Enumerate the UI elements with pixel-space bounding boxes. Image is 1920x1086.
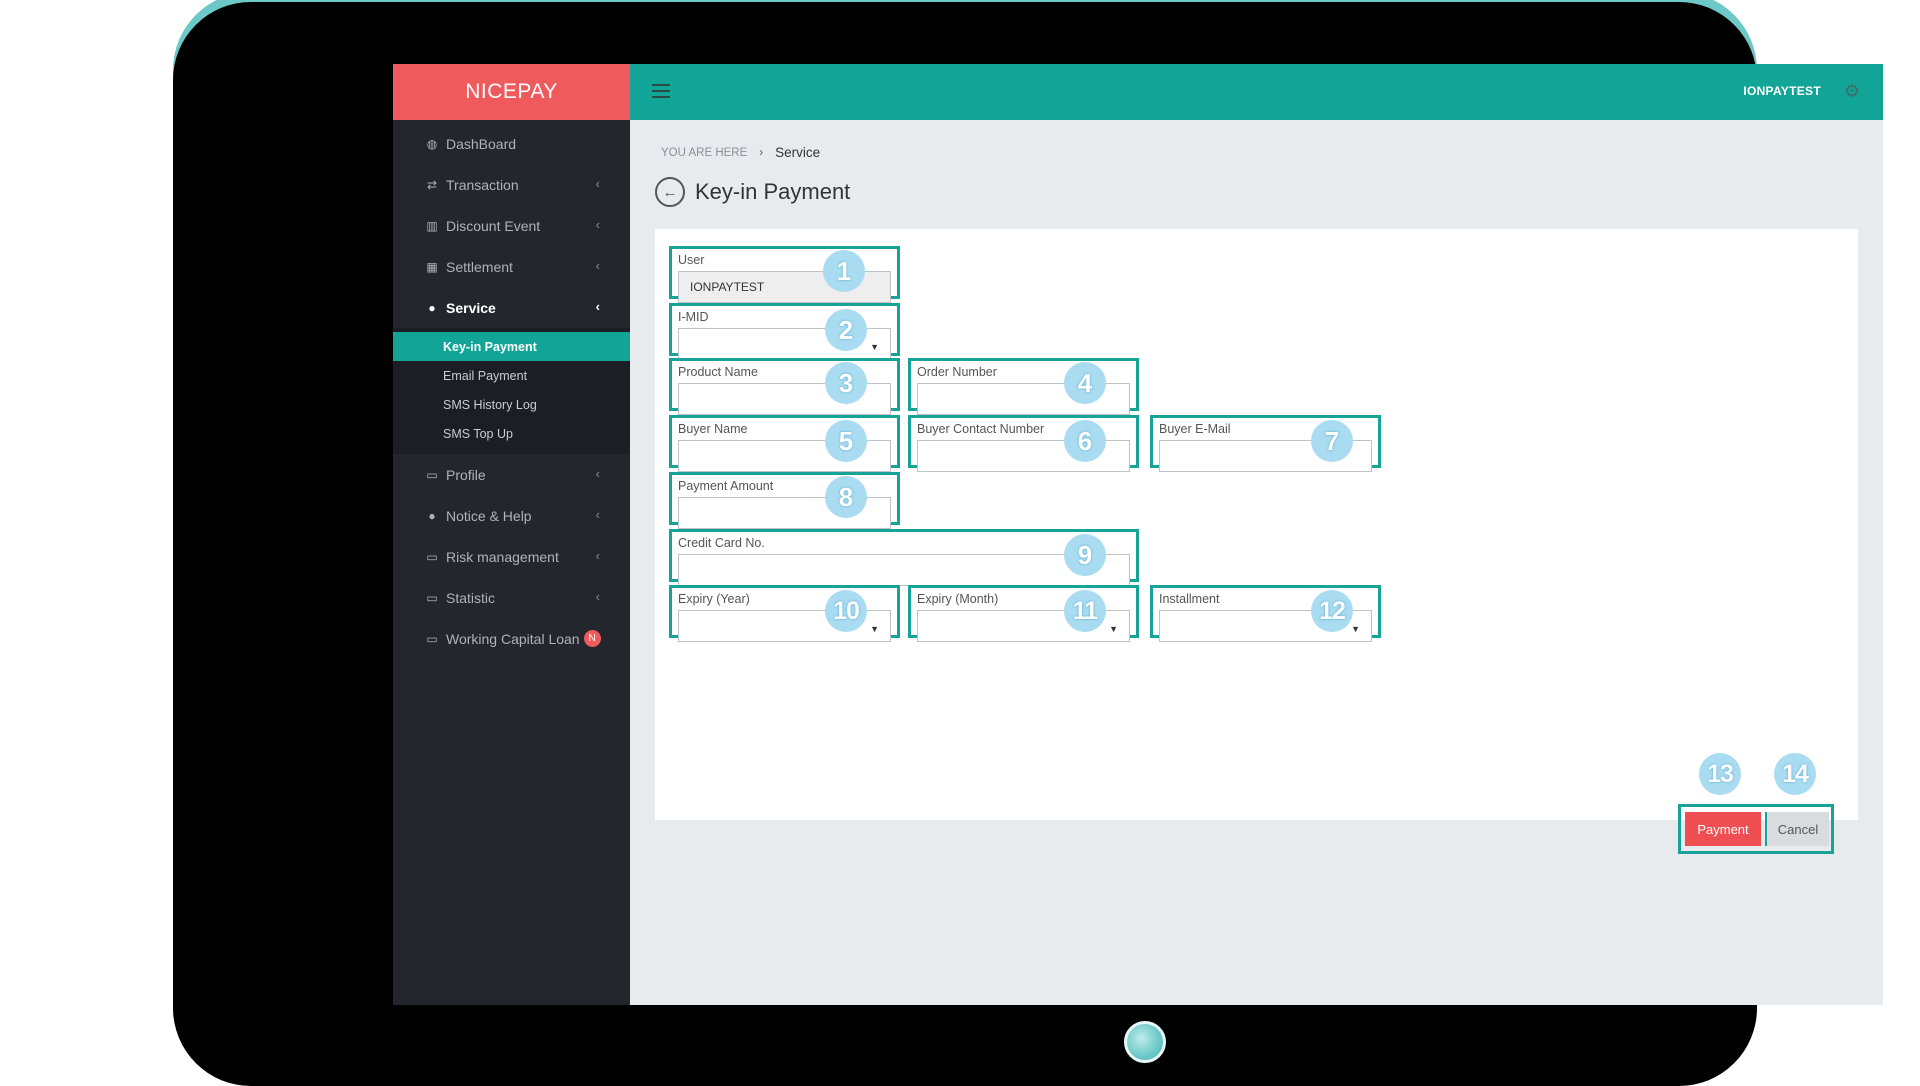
expiry-year-label: Expiry (Year) <box>678 592 750 606</box>
buyer-contact-label: Buyer Contact Number <box>917 422 1045 436</box>
submenu-item-sms-history-log[interactable]: SMS History Log <box>393 390 630 419</box>
credit-card-input[interactable] <box>678 554 1130 586</box>
callout-14: 14 <box>1771 753 1816 798</box>
caret-down-icon: ▼ <box>1109 624 1118 634</box>
imid-label: I-MID <box>678 310 709 324</box>
users-icon: ● <box>428 300 436 315</box>
cancel-button[interactable]: Cancel <box>1765 812 1829 846</box>
chevron-left-icon: ‹ <box>595 548 600 563</box>
back-arrow-icon[interactable]: ← <box>655 177 685 207</box>
submenu-item-email-payment[interactable]: Email Payment <box>393 361 630 390</box>
caret-down-icon: ▼ <box>870 342 879 352</box>
submenu-item-key-in-payment[interactable]: Key-in Payment <box>393 332 630 361</box>
sidebar-item-label: Service <box>446 299 496 316</box>
callout-10: 10 <box>822 590 867 635</box>
breadcrumb-prefix: YOU ARE HERE <box>661 146 748 159</box>
sidebar-item-label: Profile <box>446 466 486 483</box>
payment-amount-label: Payment Amount <box>678 479 774 493</box>
order-number-label: Order Number <box>917 365 997 379</box>
calendar-icon: ▦ <box>426 259 438 274</box>
comment-icon: ● <box>428 508 436 523</box>
brand-logo: NICEPAY <box>393 64 630 120</box>
bar-chart-icon: ▥ <box>426 218 438 233</box>
gear-icon[interactable]: ⚙ <box>1844 81 1860 102</box>
sidebar-item-risk-management[interactable]: ▭ Risk management ‹ <box>393 536 630 577</box>
sidebar-item-transaction[interactable]: ⇄ Transaction ‹ <box>393 164 630 205</box>
callout-8: 8 <box>822 476 867 521</box>
menu-toggle-icon[interactable] <box>652 84 670 98</box>
payment-button[interactable]: Payment <box>1685 812 1761 846</box>
expiry-month-label: Expiry (Month) <box>917 592 999 606</box>
tablet-frame: NICEPAY ◍ DashBoard ⇄ Transaction ‹ ▥ Di… <box>173 2 1883 1086</box>
folder-icon: ▭ <box>426 631 438 646</box>
home-button[interactable] <box>1124 1021 1166 1063</box>
sidebar-item-discount-event[interactable]: ▥ Discount Event ‹ <box>393 205 630 246</box>
form-actions: Payment Cancel <box>1678 804 1834 854</box>
sidebar-item-working-capital-loan[interactable]: ▭ Working Capital Loan N <box>393 618 630 659</box>
callout-6: 6 <box>1061 420 1106 465</box>
callout-4: 4 <box>1061 362 1106 407</box>
sidebar-item-profile[interactable]: ▭ Profile ‹ <box>393 454 630 495</box>
callout-13: 13 <box>1696 753 1741 798</box>
sidebar-item-label: Settlement <box>446 258 513 275</box>
callout-9: 9 <box>1061 534 1106 579</box>
submenu-item-sms-top-up[interactable]: SMS Top Up <box>393 419 630 448</box>
credit-card-label: Credit Card No. <box>678 536 765 550</box>
user-field: User IONPAYTEST <box>669 246 900 303</box>
caret-down-icon: ▼ <box>1351 624 1360 634</box>
sidebar-item-label: Working Capital Loan <box>446 630 580 647</box>
callout-7: 7 <box>1308 420 1353 465</box>
breadcrumb-current[interactable]: Service <box>775 145 820 160</box>
breadcrumb-separator: › <box>759 146 764 159</box>
chevron-left-icon: ‹ <box>595 299 600 314</box>
app-screen: NICEPAY ◍ DashBoard ⇄ Transaction ‹ ▥ Di… <box>393 64 1883 1005</box>
service-submenu: Key-in Payment Email Payment SMS History… <box>393 328 630 454</box>
user-name[interactable]: IONPAYTEST <box>1743 84 1821 98</box>
callout-1: 1 <box>820 250 865 295</box>
topbar: IONPAYTEST ⚙ <box>630 64 1883 120</box>
new-badge: N <box>583 630 601 647</box>
sidebar-item-statistic[interactable]: ▭ Statistic ‹ <box>393 577 630 618</box>
buyer-email-label: Buyer E-Mail <box>1159 422 1231 436</box>
callout-11: 11 <box>1061 590 1106 635</box>
chevron-left-icon: ‹ <box>595 507 600 522</box>
sidebar-item-label: Discount Event <box>446 217 541 234</box>
user-label: User <box>678 253 705 267</box>
sidebar-item-label: DashBoard <box>446 135 517 152</box>
sidebar-item-service[interactable]: ● Service ‹ <box>393 287 630 328</box>
chevron-left-icon: ‹ <box>595 589 600 604</box>
caret-down-icon: ▼ <box>870 624 879 634</box>
buyer-name-label: Buyer Name <box>678 422 748 436</box>
folder-icon: ▭ <box>426 549 438 564</box>
dashboard-icon: ◍ <box>426 136 438 151</box>
page-header: ← Key-in Payment <box>655 177 850 207</box>
sidebar-item-settlement[interactable]: ▦ Settlement ‹ <box>393 246 630 287</box>
chevron-left-icon: ‹ <box>595 466 600 481</box>
chevron-left-icon: ‹ <box>595 176 600 191</box>
sidebar-item-dashboard[interactable]: ◍ DashBoard <box>393 123 630 164</box>
chevron-left-icon: ‹ <box>595 217 600 232</box>
sidebar-item-notice-help[interactable]: ● Notice & Help ‹ <box>393 495 630 536</box>
exchange-icon: ⇄ <box>426 177 438 192</box>
monitor-icon: ▭ <box>426 467 438 482</box>
callout-3: 3 <box>822 362 867 407</box>
sidebar-item-label: Risk management <box>446 548 559 565</box>
chevron-left-icon: ‹ <box>595 258 600 273</box>
sidebar-item-label: Statistic <box>446 589 496 606</box>
key-in-payment-form: User IONPAYTEST 1 I-MID ▼ 2 Product Name… <box>655 229 1858 854</box>
product-name-label: Product Name <box>678 365 758 379</box>
sidebar-item-label: Notice & Help <box>446 507 532 524</box>
callout-12: 12 <box>1308 590 1353 635</box>
installment-label: Installment <box>1159 592 1220 606</box>
callout-2: 2 <box>822 309 867 354</box>
breadcrumb: YOU ARE HERE › Service <box>661 145 820 160</box>
folder-icon: ▭ <box>426 590 438 605</box>
page-title: Key-in Payment <box>695 179 851 204</box>
callout-5: 5 <box>822 420 867 465</box>
sidebar: NICEPAY ◍ DashBoard ⇄ Transaction ‹ ▥ Di… <box>393 64 630 1005</box>
sidebar-item-label: Transaction <box>446 176 519 193</box>
